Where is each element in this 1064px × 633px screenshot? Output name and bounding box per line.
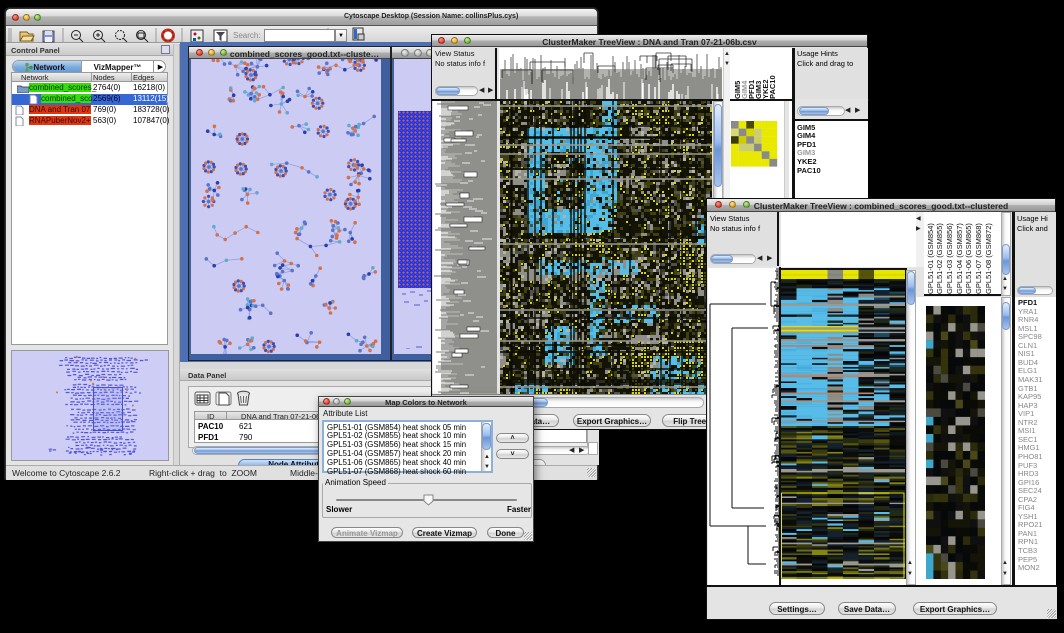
svg-text:Search:: Search:	[233, 31, 261, 40]
